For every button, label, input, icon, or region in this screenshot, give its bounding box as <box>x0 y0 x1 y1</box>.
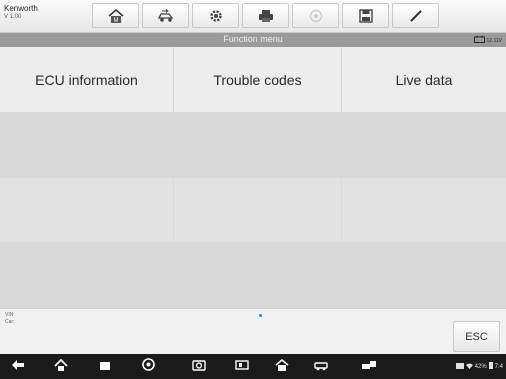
save-button[interactable] <box>342 3 389 28</box>
menu-empty-cell <box>174 178 342 243</box>
svg-text:M: M <box>113 18 118 24</box>
autel-home-icon <box>275 358 289 376</box>
diagnostic-home-button[interactable] <box>275 358 289 376</box>
system-tray: 42% 7:4 <box>455 362 503 371</box>
menu-item-ecu-information[interactable]: ECU information <box>0 47 174 113</box>
page-indicator-dot <box>259 314 262 317</box>
back-button[interactable] <box>11 360 25 374</box>
menu-empty-cell <box>0 243 174 308</box>
top-toolbar: Kenworth V 1.00 M <box>0 0 506 33</box>
vci-button[interactable] <box>235 360 249 374</box>
esc-button[interactable]: ESC <box>453 321 500 352</box>
camera-button[interactable] <box>192 360 206 374</box>
back-arrow-icon <box>11 358 25 376</box>
home-button[interactable]: M <box>92 3 139 28</box>
vehicle-swap-icon <box>361 358 377 376</box>
vehicle-menu-button[interactable] <box>314 360 328 374</box>
menu-item-live-data[interactable]: Live data <box>342 47 506 113</box>
settings-button[interactable] <box>192 3 239 28</box>
menu-empty-cell <box>174 243 342 308</box>
help-icon <box>309 9 323 23</box>
vehicle-info: VIN: Car: <box>5 312 15 326</box>
car-label: Car: <box>5 319 15 325</box>
menu-empty-cell <box>174 113 342 178</box>
camera-icon <box>192 358 206 376</box>
menu-empty-cell <box>0 178 174 243</box>
keyboard-icon <box>455 362 464 371</box>
battery-level: 42% <box>474 363 487 370</box>
menu-item-trouble-codes[interactable]: Trouble codes <box>174 47 342 113</box>
clock: 7:4 <box>494 363 503 370</box>
android-navigation-bar: 42% 7:4 <box>0 354 506 379</box>
home-icon: M <box>107 8 125 24</box>
help-button[interactable] <box>292 3 339 28</box>
software-version: V 1.00 <box>4 14 22 20</box>
menu-empty-cell <box>0 113 174 178</box>
house-icon <box>54 358 68 376</box>
vehicle-brand: Kenworth V 1.00 <box>4 4 38 22</box>
chrome-icon <box>141 358 155 376</box>
car-icon <box>314 358 328 376</box>
save-icon <box>358 8 373 23</box>
recent-apps-button[interactable] <box>98 360 112 374</box>
print-button[interactable] <box>242 3 289 28</box>
pen-icon <box>408 8 424 24</box>
car-swap-icon <box>156 8 176 24</box>
shortcut-button[interactable] <box>362 360 376 374</box>
menu-empty-cell <box>342 243 506 308</box>
gear-icon <box>208 8 224 24</box>
recent-apps-icon <box>99 358 111 376</box>
edit-button[interactable] <box>392 3 439 28</box>
function-menu-grid: ECU information Trouble codes Live data <box>0 47 506 308</box>
home-nav-button[interactable] <box>54 358 68 376</box>
footer-panel: VIN: Car: ESC <box>0 308 506 354</box>
chrome-button[interactable] <box>141 358 155 376</box>
battery-icon <box>488 362 493 371</box>
voltage-value: 12.11V <box>486 37 502 44</box>
wifi-icon <box>465 363 473 371</box>
vehicle-swap-button[interactable] <box>142 3 189 28</box>
printer-icon <box>257 9 275 23</box>
page-title: Function menu <box>223 34 283 44</box>
menu-empty-cell <box>342 178 506 243</box>
vin-label: VIN: <box>5 312 15 318</box>
brand-name: Kenworth <box>4 4 38 13</box>
vci-connection-icon <box>235 358 249 376</box>
battery-voltage-icon <box>473 36 485 45</box>
voltage-indicator: 12.11V <box>473 36 502 45</box>
title-bar: Function menu 12.11V <box>0 33 506 47</box>
menu-empty-cell <box>342 113 506 178</box>
